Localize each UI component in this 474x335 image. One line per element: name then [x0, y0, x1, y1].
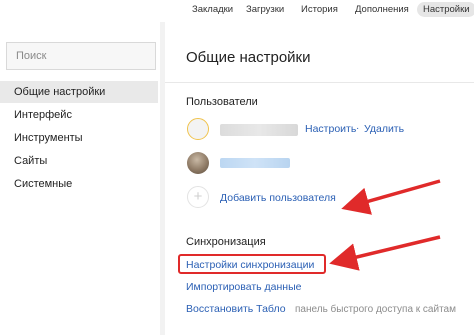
tab-extensions[interactable]: Дополнения [355, 2, 409, 17]
sync-heading: Синхронизация [186, 236, 266, 248]
user-photo-avatar[interactable] [187, 152, 209, 174]
plus-icon: + [187, 186, 209, 208]
sidebar: Поиск Общие настройки Интерфейс Инструме… [0, 22, 160, 335]
main-panel: Общие настройки Пользователи Настроить ·… [165, 22, 474, 335]
avatar-placeholder-icon [187, 118, 209, 140]
import-data-link[interactable]: Импортировать данные [186, 281, 301, 293]
restore-hint: панель быстрого доступа к сайтам [295, 304, 456, 315]
sync-settings-link[interactable]: Настройки синхронизации [186, 259, 314, 271]
page-title: Общие настройки [186, 49, 311, 66]
title-divider [165, 82, 474, 83]
tab-settings[interactable]: Настройки [417, 2, 474, 17]
users-heading: Пользователи [186, 96, 258, 108]
search-input[interactable]: Поиск [6, 42, 156, 70]
tab-downloads[interactable]: Загрузки [246, 2, 284, 17]
settings-tab-bar: Закладки Загрузки История Дополнения Нас… [0, 0, 474, 22]
sidebar-item-general[interactable]: Общие настройки [0, 81, 158, 103]
sidebar-item-system[interactable]: Системные [0, 173, 158, 195]
tab-bookmarks[interactable]: Закладки [192, 2, 233, 17]
link-separator: · [356, 123, 360, 134]
sidebar-item-tools[interactable]: Инструменты [0, 127, 158, 149]
user-name-redacted-link[interactable] [220, 158, 290, 168]
configure-user-link[interactable]: Настроить [305, 123, 356, 135]
restore-tablo-link[interactable]: Восстановить Табло [186, 303, 286, 315]
user-name-redacted [220, 124, 298, 136]
tab-history[interactable]: История [301, 2, 338, 17]
delete-user-link[interactable]: Удалить [364, 123, 404, 135]
add-user-link[interactable]: Добавить пользователя [220, 192, 336, 204]
sidebar-item-sites[interactable]: Сайты [0, 150, 158, 172]
sidebar-item-interface[interactable]: Интерфейс [0, 104, 158, 126]
